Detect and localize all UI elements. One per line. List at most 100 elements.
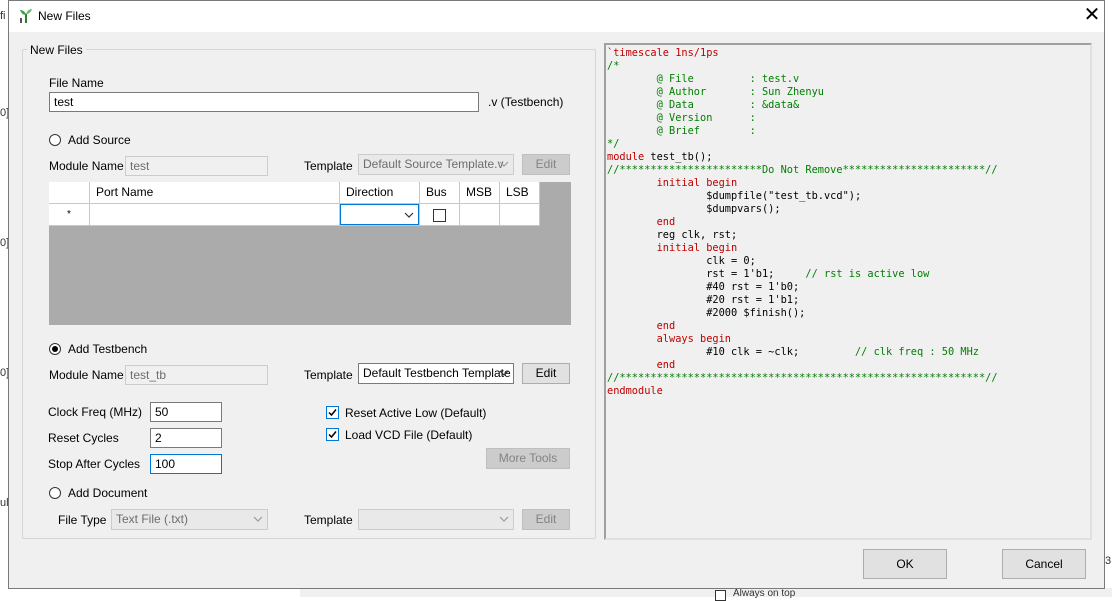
clock-freq-input[interactable]: 50 [150, 402, 222, 422]
code-line: `timescale 1ns/1ps [607, 47, 719, 59]
code-preview-text: `timescale 1ns/1ps /* @ File : test.v @ … [606, 45, 1090, 398]
file-type-value: Text File (.txt) [116, 512, 189, 526]
lsb-cell[interactable] [500, 204, 540, 226]
port-name-cell[interactable] [90, 204, 340, 226]
column-header-port-name[interactable]: Port Name [90, 182, 340, 204]
chevron-down-icon [499, 370, 509, 376]
testbench-module-name-input[interactable]: test_tb [125, 365, 268, 385]
code-keyword: initial begin [656, 177, 738, 189]
stop-after-cycles-label: Stop After Cycles [48, 457, 141, 471]
clock-freq-label: Clock Freq (MHz) [48, 405, 143, 419]
code-line: @ Version : [607, 112, 756, 124]
cancel-button[interactable]: Cancel [1002, 549, 1086, 579]
stop-after-cycles-input[interactable]: 100 [150, 454, 222, 474]
code-line: @ Author : Sun Zhenyu [607, 86, 824, 98]
source-template-select[interactable]: Default Source Template.v [358, 154, 514, 175]
code-line: @ File : test.v [607, 73, 800, 85]
column-header-lsb[interactable]: LSB [500, 182, 540, 204]
direction-cell [340, 204, 420, 226]
code-line: #2000 $finish(); [607, 307, 806, 319]
source-edit-button[interactable]: Edit [522, 154, 570, 175]
checkmark-icon [328, 431, 337, 439]
testbench-template-label: Template [304, 368, 353, 382]
file-name-suffix: .v (Testbench) [488, 95, 564, 109]
code-preview[interactable]: `timescale 1ns/1ps /* @ File : test.v @ … [604, 43, 1092, 540]
source-module-name-label: Module Name [49, 159, 124, 173]
testbench-edit-button[interactable]: Edit [522, 363, 570, 384]
testbench-module-name-label: Module Name [49, 368, 124, 382]
close-icon[interactable]: ✕ [1081, 5, 1103, 27]
add-source-radio[interactable] [49, 134, 61, 146]
msb-cell[interactable] [460, 204, 500, 226]
window-title: New Files [38, 9, 91, 23]
column-header-bus[interactable]: Bus [420, 182, 460, 204]
code-line: $dumpvars(); [607, 203, 781, 215]
background-app-bottom-edge: Always on top [300, 588, 1112, 601]
document-template-select[interactable] [358, 509, 514, 530]
code-line: */ [607, 138, 620, 150]
file-name-input[interactable]: test [49, 92, 479, 112]
checkmark-icon [328, 409, 337, 417]
code-line: //***********************Do Not Remove**… [607, 164, 998, 176]
file-type-label: File Type [58, 513, 107, 527]
code-line: endmodule [607, 385, 663, 397]
port-table: Port Name Direction Bus MSB LSB * [49, 182, 571, 325]
ok-button[interactable]: OK [863, 549, 947, 579]
background-glyph: fi [0, 10, 6, 22]
add-document-label[interactable]: Add Document [68, 486, 147, 500]
reset-active-low-checkbox[interactable] [326, 406, 339, 419]
new-row-marker: * [49, 204, 90, 226]
source-module-name-input[interactable]: test [125, 156, 268, 176]
new-files-dialog: New Files ✕ New Files File Name test .v … [8, 0, 1105, 589]
code-line: @ Brief : [607, 125, 756, 137]
more-tools-button[interactable]: More Tools [486, 448, 570, 469]
document-template-label: Template [304, 513, 353, 527]
file-name-label: File Name [49, 76, 104, 90]
chevron-down-icon [404, 212, 414, 218]
add-document-radio[interactable] [49, 487, 61, 499]
load-vcd-checkbox[interactable] [326, 428, 339, 441]
column-header-direction[interactable]: Direction [340, 182, 420, 204]
code-text: test_tb(); [644, 151, 713, 163]
file-type-select[interactable]: Text File (.txt) [111, 509, 268, 530]
chevron-down-icon [499, 161, 509, 167]
add-source-label[interactable]: Add Source [68, 133, 131, 147]
code-line: reg clk, rst; [607, 229, 738, 241]
source-template-label: Template [304, 159, 353, 173]
document-edit-button[interactable]: Edit [522, 509, 570, 530]
load-vcd-label[interactable]: Load VCD File (Default) [345, 428, 472, 442]
code-line: //**************************************… [607, 372, 998, 384]
code-line: /* [607, 60, 620, 72]
code-line: #20 rst = 1'b1; [607, 294, 800, 306]
background-glyph: 3 [1105, 555, 1112, 567]
app-icon [20, 9, 32, 23]
code-text: #10 clk = ~clk; [607, 346, 855, 358]
reset-cycles-input[interactable]: 2 [150, 428, 222, 448]
code-keyword: end [656, 359, 676, 371]
table-corner-header [49, 182, 90, 204]
add-testbench-radio[interactable] [49, 343, 61, 355]
code-line: @ Data : &data& [607, 99, 800, 111]
direction-select[interactable] [340, 204, 419, 225]
background-app-left-edge: fi 0] 0] 0] ul [0, 0, 9, 597]
always-on-top-label: Always on top [733, 588, 796, 599]
title-bar: New Files ✕ [9, 1, 1104, 32]
code-line: #40 rst = 1'b0; [607, 281, 800, 293]
code-comment: // rst is active low [805, 268, 930, 280]
reset-active-low-label[interactable]: Reset Active Low (Default) [345, 406, 486, 420]
code-text: rst = 1'b1; [607, 268, 806, 280]
chevron-down-icon [499, 516, 509, 522]
bus-cell [420, 204, 460, 226]
bus-checkbox[interactable] [433, 209, 446, 222]
testbench-template-select[interactable]: Default Testbench Template [358, 363, 514, 384]
column-header-msb[interactable]: MSB [460, 182, 500, 204]
always-on-top-checkbox[interactable] [715, 590, 726, 601]
source-template-value: Default Source Template.v [363, 157, 504, 171]
code-line: $dumpfile("test_tb.vcd"); [607, 190, 862, 202]
add-testbench-label[interactable]: Add Testbench [68, 342, 147, 356]
reset-cycles-label: Reset Cycles [48, 431, 119, 445]
